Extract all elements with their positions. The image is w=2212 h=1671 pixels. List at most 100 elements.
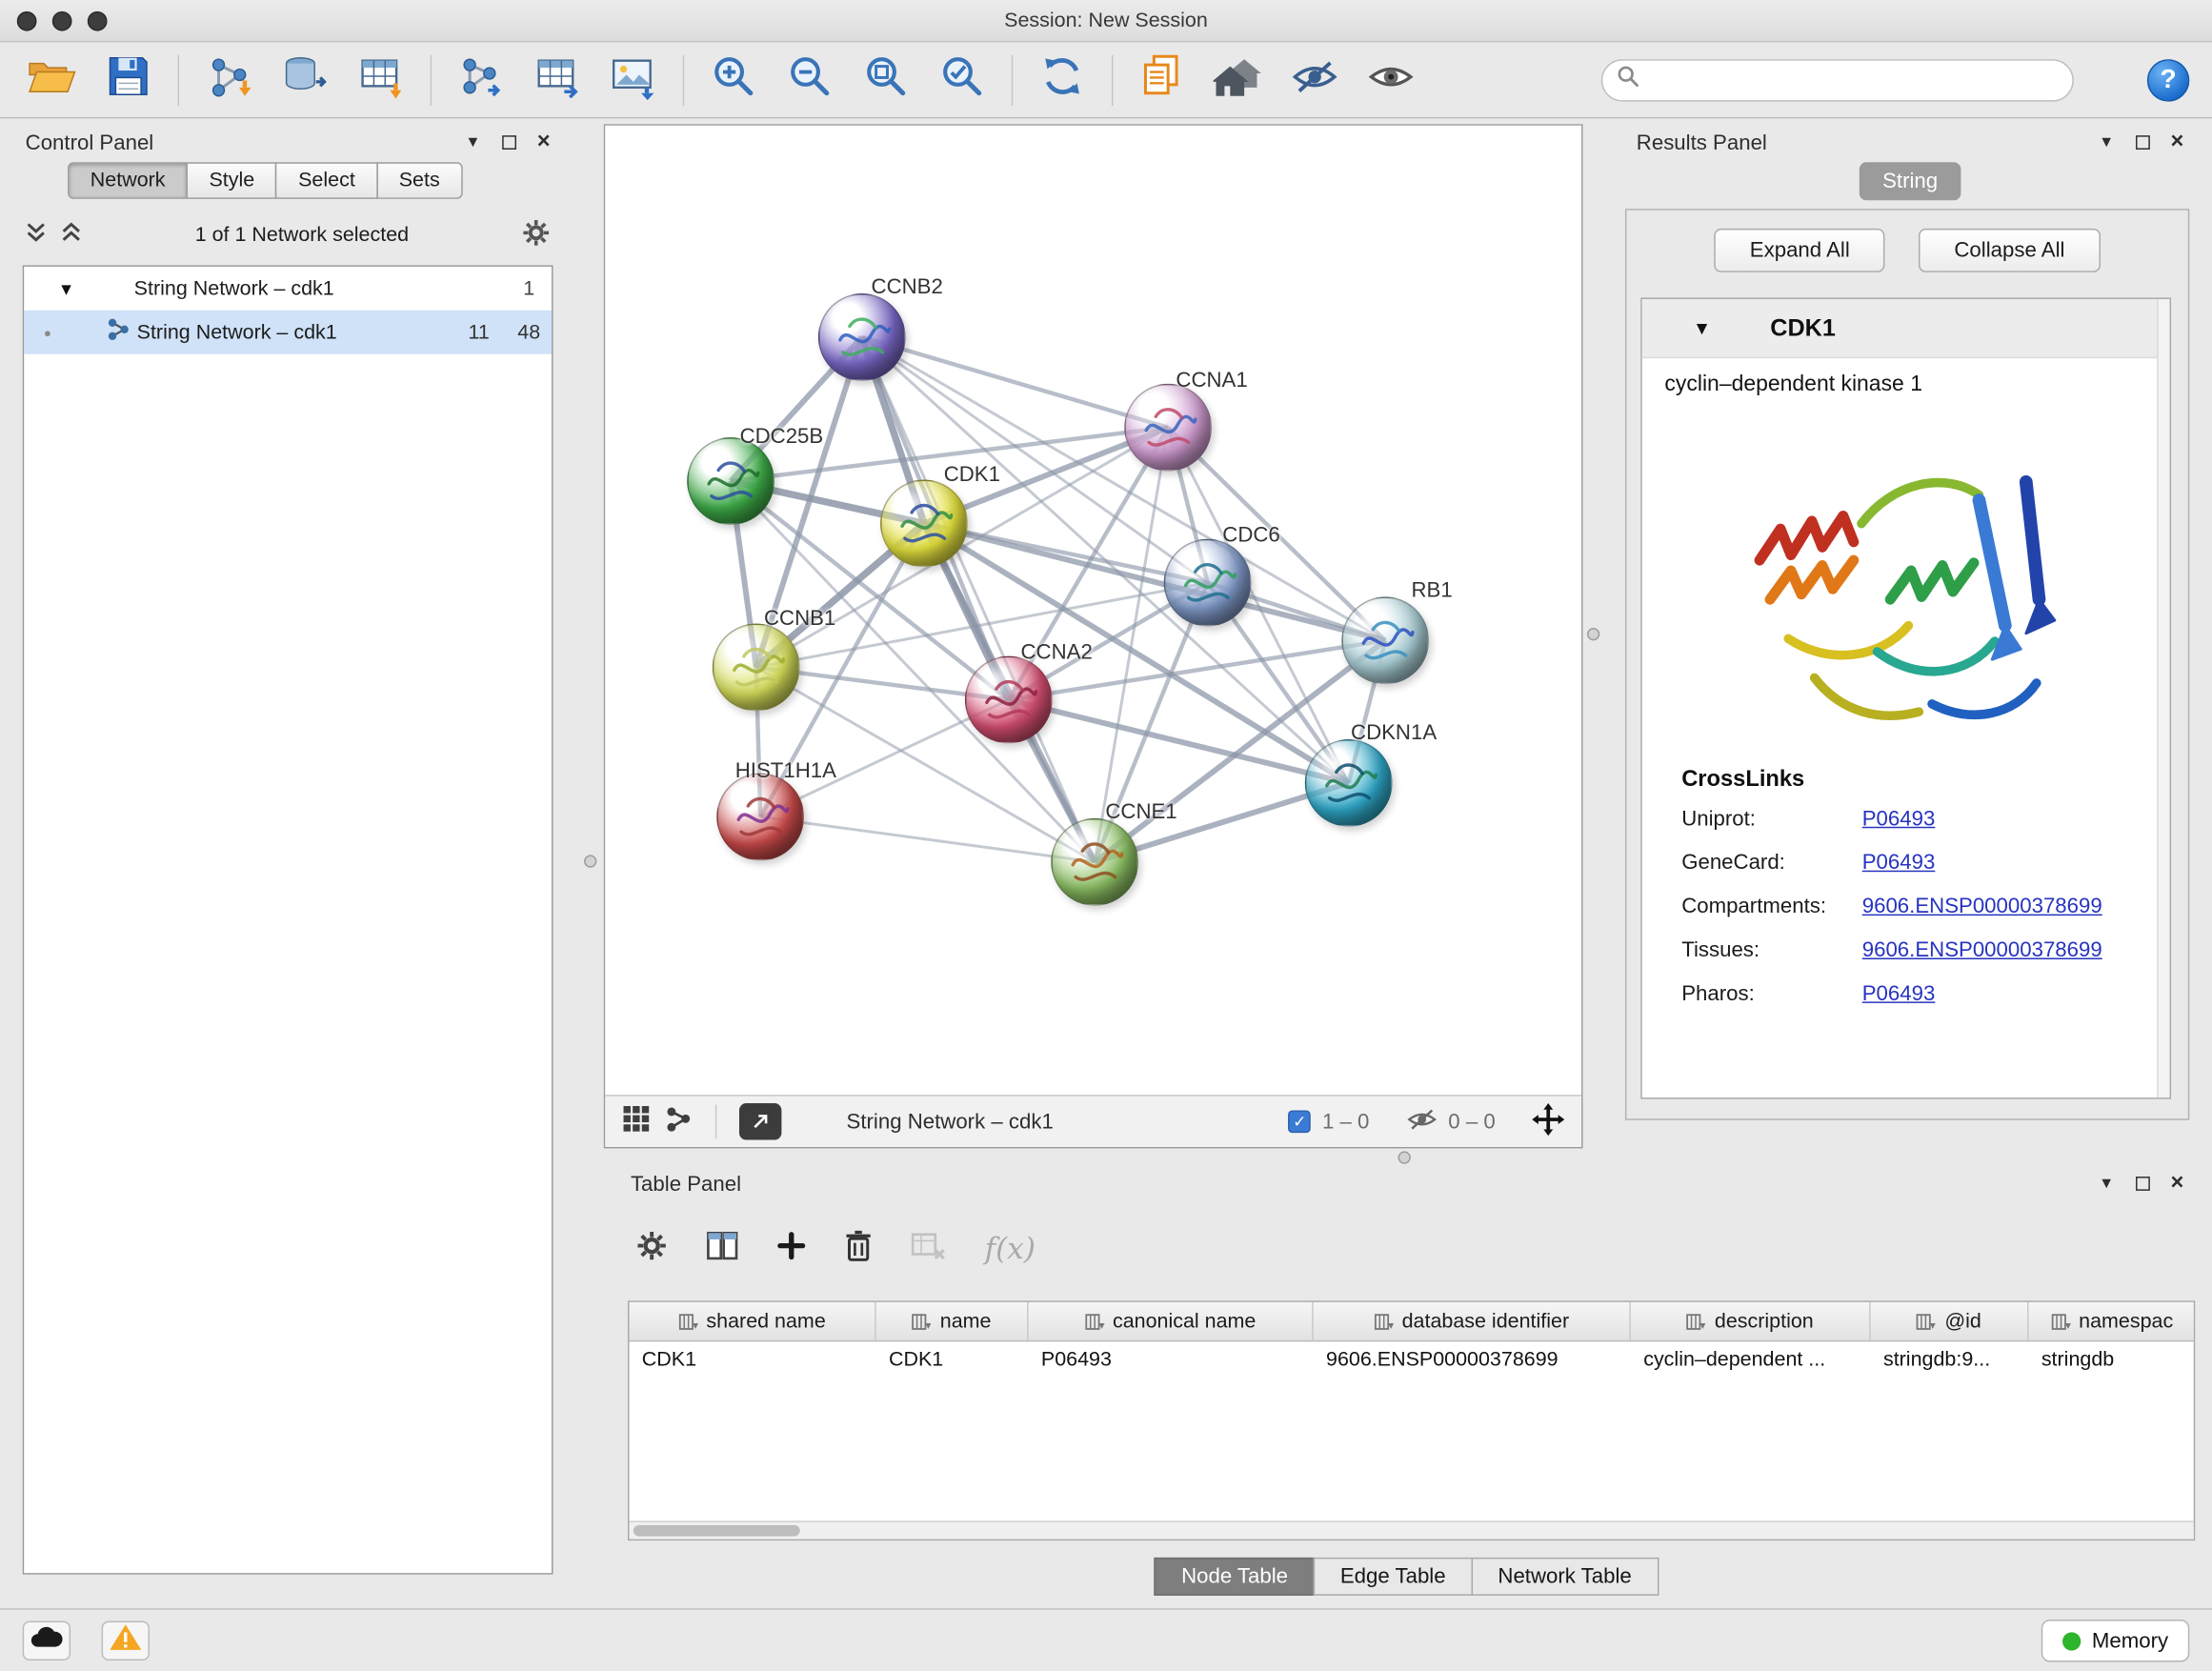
column-header-namespac[interactable]: namespac	[2028, 1302, 2195, 1340]
export-image-button[interactable]	[601, 48, 666, 112]
grid-view-icon[interactable]	[622, 1104, 651, 1139]
warnings-button[interactable]	[102, 1621, 150, 1661]
expand-all-button[interactable]: Expand All	[1715, 229, 1885, 272]
zoom-in-button[interactable]	[701, 48, 766, 112]
zoom-fit-button[interactable]	[854, 48, 918, 112]
network-canvas[interactable]: CCNB2CCNA1CDC25BCDK1CDC6RB1CCNB1CCNA2CDK…	[605, 126, 1581, 1095]
right-splitter-handle[interactable]	[1587, 628, 1599, 640]
crosslink-value-link[interactable]: 9606.ENSP00000378699	[1862, 938, 2102, 962]
table-tab-node-table[interactable]: Node Table	[1155, 1558, 1315, 1596]
zoom-out-button[interactable]	[777, 48, 842, 112]
crosslink-value-link[interactable]: P06493	[1862, 851, 1936, 875]
network-node-ccna1[interactable]	[1124, 384, 1212, 472]
zoom-selected-button[interactable]	[930, 48, 995, 112]
crosslink-value-link[interactable]: P06493	[1862, 807, 1936, 831]
table-cell[interactable]: CDK1	[876, 1341, 1029, 1380]
table-cell[interactable]: stringdb	[2028, 1341, 2195, 1380]
search-input[interactable]	[1649, 67, 2058, 92]
zoom-window-button[interactable]	[88, 11, 108, 31]
collapse-all-button[interactable]: Collapse All	[1919, 229, 2100, 272]
maximize-panel-icon[interactable]	[2136, 1177, 2150, 1191]
table-cell[interactable]: 9606.ENSP00000378699	[1314, 1341, 1631, 1380]
table-cell[interactable]: stringdb:9...	[1871, 1341, 2029, 1380]
float-panel-icon[interactable]: ▼	[2099, 134, 2114, 150]
horizontal-splitter-handle[interactable]	[1398, 1151, 1411, 1163]
column-header-database-identifier[interactable]: database identifier	[1314, 1302, 1631, 1340]
control-tab-select[interactable]: Select	[275, 162, 377, 199]
scrollbar-thumb[interactable]	[633, 1525, 800, 1537]
import-network-database-button[interactable]	[272, 48, 337, 112]
expand-all-tree-icon[interactable]	[26, 221, 47, 251]
left-splitter-handle[interactable]	[584, 855, 596, 867]
control-tab-sets[interactable]: Sets	[376, 162, 462, 199]
show-all-button[interactable]	[1358, 48, 1423, 112]
show-columns-icon[interactable]	[707, 1231, 738, 1266]
memory-button[interactable]: Memory	[2041, 1620, 2190, 1661]
collapse-all-tree-icon[interactable]	[61, 221, 82, 251]
network-node-hist1h1a[interactable]	[716, 774, 804, 861]
control-tab-style[interactable]: Style	[187, 162, 277, 199]
close-panel-icon[interactable]: ×	[2171, 1173, 2184, 1196]
copy-button[interactable]	[1130, 48, 1195, 112]
table-tab-network-table[interactable]: Network Table	[1471, 1558, 1659, 1596]
hidden-eye-slash-icon[interactable]	[1406, 1107, 1438, 1137]
close-panel-icon[interactable]: ×	[2171, 131, 2184, 154]
float-panel-icon[interactable]: ▼	[2099, 1176, 2114, 1191]
column-header-canonical-name[interactable]: canonical name	[1029, 1302, 1314, 1340]
network-share-icon[interactable]	[664, 1104, 693, 1139]
delete-table-icon-disabled[interactable]	[912, 1231, 946, 1266]
network-node-cdkn1a[interactable]	[1305, 739, 1393, 827]
tab-string[interactable]: String	[1860, 162, 1960, 200]
cloud-button[interactable]	[23, 1621, 70, 1661]
export-network-button[interactable]	[449, 48, 513, 112]
gear-icon[interactable]	[636, 1230, 668, 1268]
fit-content-crosshair-icon[interactable]	[1532, 1102, 1564, 1140]
import-table-button[interactable]	[349, 48, 413, 112]
gear-icon[interactable]	[522, 218, 551, 253]
table-tab-edge-table[interactable]: Edge Table	[1314, 1558, 1473, 1596]
disclosure-triangle-icon[interactable]: ▼	[58, 278, 75, 298]
network-node-cdc6[interactable]	[1164, 539, 1252, 627]
table-cell[interactable]: CDK1	[629, 1341, 875, 1380]
disclosure-triangle-icon[interactable]: ▼	[1693, 317, 1711, 338]
network-tree-root-row[interactable]: ▼ String Network – cdk1 1	[24, 267, 552, 311]
network-node-cdc25b[interactable]	[687, 437, 774, 525]
table-cell[interactable]: P06493	[1029, 1341, 1314, 1380]
column-header-shared-name[interactable]: shared name	[629, 1302, 875, 1340]
protein-entry-header[interactable]: ▼ CDK1	[1642, 299, 2170, 358]
close-window-button[interactable]	[17, 11, 37, 31]
column-header-name[interactable]: name	[876, 1302, 1029, 1340]
table-data-row[interactable]: CDK1CDK1P064939606.ENSP00000378699cyclin…	[629, 1341, 2193, 1380]
network-node-cdk1[interactable]	[880, 479, 968, 567]
network-node-rb1[interactable]	[1341, 596, 1429, 684]
selected-checkbox-icon[interactable]: ✓	[1288, 1110, 1311, 1133]
float-panel-icon[interactable]: ▼	[465, 134, 480, 150]
save-session-button[interactable]	[96, 48, 161, 112]
results-scrollbar[interactable]	[2157, 299, 2169, 1097]
column-header--id[interactable]: @id	[1871, 1302, 2029, 1340]
home-view-button[interactable]	[1206, 48, 1271, 112]
table-cell[interactable]: cyclin–dependent ...	[1631, 1341, 1871, 1380]
horizontal-scrollbar[interactable]	[629, 1520, 2193, 1539]
help-button[interactable]: ?	[2147, 58, 2189, 100]
minimize-window-button[interactable]	[52, 11, 72, 31]
maximize-panel-icon[interactable]	[502, 135, 516, 150]
add-column-icon[interactable]	[777, 1231, 806, 1266]
network-node-ccna2[interactable]	[965, 656, 1053, 744]
maximize-panel-icon[interactable]	[2136, 135, 2150, 150]
network-tree-item-row[interactable]: ● String Network – cdk1 11 48	[24, 311, 552, 354]
delete-column-icon[interactable]	[845, 1230, 872, 1268]
control-tab-network[interactable]: Network	[68, 162, 188, 199]
open-in-new-window-button[interactable]	[739, 1103, 781, 1140]
function-builder-icon[interactable]: f(x)	[985, 1232, 1036, 1266]
crosslink-value-link[interactable]: 9606.ENSP00000378699	[1862, 895, 2102, 918]
close-panel-icon[interactable]: ×	[537, 131, 551, 154]
export-table-button[interactable]	[525, 48, 590, 112]
hide-selected-button[interactable]	[1282, 48, 1347, 112]
crosslink-value-link[interactable]: P06493	[1862, 982, 1936, 1006]
network-node-ccnb1[interactable]	[713, 624, 800, 712]
open-session-button[interactable]	[20, 48, 85, 112]
network-node-ccnb2[interactable]	[818, 293, 906, 381]
network-node-ccne1[interactable]	[1051, 818, 1138, 906]
refresh-button[interactable]	[1030, 48, 1095, 112]
